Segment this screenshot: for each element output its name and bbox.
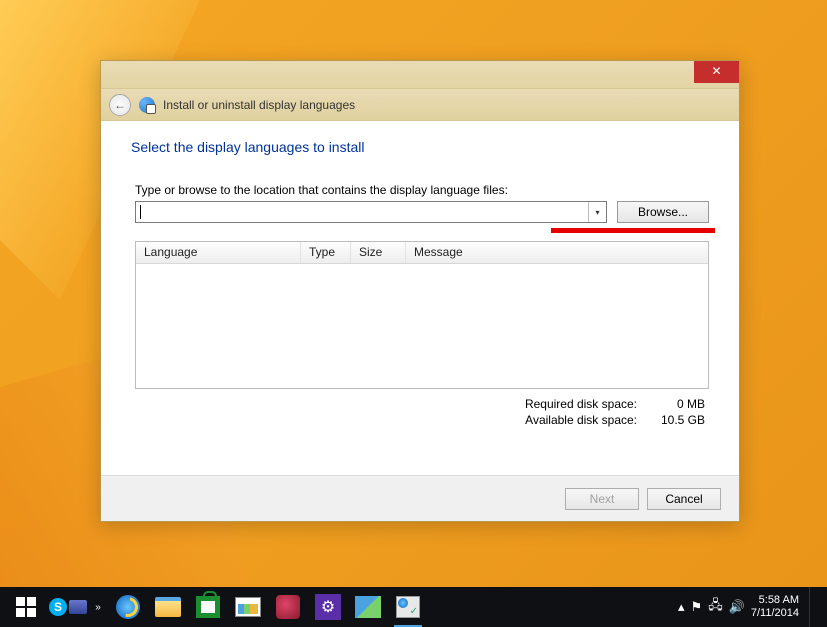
column-message[interactable]: Message (406, 242, 708, 263)
system-tray: ▴ ⚑ 🖧 🔊 5:58 AM 7/11/2014 (678, 587, 823, 627)
path-row: ▾ Browse... (135, 201, 709, 223)
lpksetup-icon (396, 596, 420, 618)
path-label: Type or browse to the location that cont… (135, 183, 709, 197)
install-languages-window: ✕ ← Install or uninstall display languag… (100, 60, 740, 522)
taskbar-resmon[interactable] (228, 587, 268, 627)
clock-date: 7/11/2014 (751, 607, 799, 620)
arrow-left-icon: ← (114, 98, 126, 112)
list-header: Language Type Size Message (136, 242, 708, 264)
gear-icon: ⚙ (315, 594, 341, 620)
required-space-row: Required disk space: 0 MB (517, 397, 705, 411)
cancel-button[interactable]: Cancel (647, 488, 721, 510)
mail-icon (69, 600, 87, 614)
skype-icon: S (49, 598, 67, 616)
database-icon (276, 595, 300, 619)
content-area: Select the display languages to install … (101, 121, 739, 475)
window-header: ← Install or uninstall display languages (101, 89, 739, 121)
volume-icon[interactable]: 🔊 (729, 599, 745, 615)
required-space-value: 0 MB (655, 397, 705, 411)
window-title: Install or uninstall display languages (163, 98, 355, 112)
taskbar-explorer[interactable] (148, 587, 188, 627)
dropdown-button[interactable]: ▾ (588, 202, 606, 222)
chevron-right-icon: » (95, 602, 101, 613)
flag-icon[interactable]: ⚑ (691, 599, 703, 615)
titlebar[interactable]: ✕ (101, 61, 739, 89)
column-language[interactable]: Language (136, 242, 301, 263)
network-icon[interactable]: 🖧 (708, 596, 723, 618)
taskbar-lpksetup[interactable] (388, 587, 428, 627)
taskbar-clock[interactable]: 5:58 AM 7/11/2014 (751, 594, 799, 620)
taskbar-overflow[interactable]: » (88, 587, 108, 627)
available-space-label: Available disk space: (517, 413, 637, 427)
available-space-row: Available disk space: 10.5 GB (517, 413, 705, 427)
taskbar-settings[interactable]: ⚙ (308, 587, 348, 627)
taskbar: S » ⚙ ▴ ⚑ 🖧 🔊 5:58 AM 7/11/2014 (0, 587, 827, 627)
tray-chevron-up-icon[interactable]: ▴ (678, 599, 685, 615)
show-desktop-button[interactable] (809, 587, 815, 627)
annotation-underline (551, 228, 715, 233)
clock-time: 5:58 AM (751, 594, 799, 607)
available-space-value: 10.5 GB (655, 413, 705, 427)
start-button[interactable] (4, 587, 48, 627)
taskbar-sql[interactable] (268, 587, 308, 627)
back-button[interactable]: ← (109, 94, 131, 116)
chevron-down-icon: ▾ (595, 208, 599, 217)
path-combobox[interactable]: ▾ (135, 201, 607, 223)
taskbar-config[interactable] (348, 587, 388, 627)
browse-button[interactable]: Browse... (617, 201, 709, 223)
close-button[interactable]: ✕ (694, 61, 739, 83)
taskbar-store[interactable] (188, 587, 228, 627)
taskbar-mail[interactable] (68, 587, 88, 627)
config-icon (355, 596, 381, 618)
disk-info: Required disk space: 0 MB Available disk… (131, 397, 709, 427)
text-cursor (140, 205, 141, 219)
column-size[interactable]: Size (351, 242, 406, 263)
dialog-footer: Next Cancel (101, 475, 739, 521)
desktop: ✕ ← Install or uninstall display languag… (0, 0, 827, 627)
monitor-icon (235, 597, 261, 617)
globe-icon (139, 97, 155, 113)
taskbar-ie[interactable] (108, 587, 148, 627)
page-heading: Select the display languages to install (131, 139, 709, 155)
store-icon (196, 596, 220, 618)
taskbar-skype[interactable]: S (48, 587, 68, 627)
next-button: Next (565, 488, 639, 510)
ie-icon (116, 595, 140, 619)
column-type[interactable]: Type (301, 242, 351, 263)
folder-icon (155, 597, 181, 617)
required-space-label: Required disk space: (517, 397, 637, 411)
language-list[interactable]: Language Type Size Message (135, 241, 709, 389)
windows-logo-icon (16, 597, 36, 617)
